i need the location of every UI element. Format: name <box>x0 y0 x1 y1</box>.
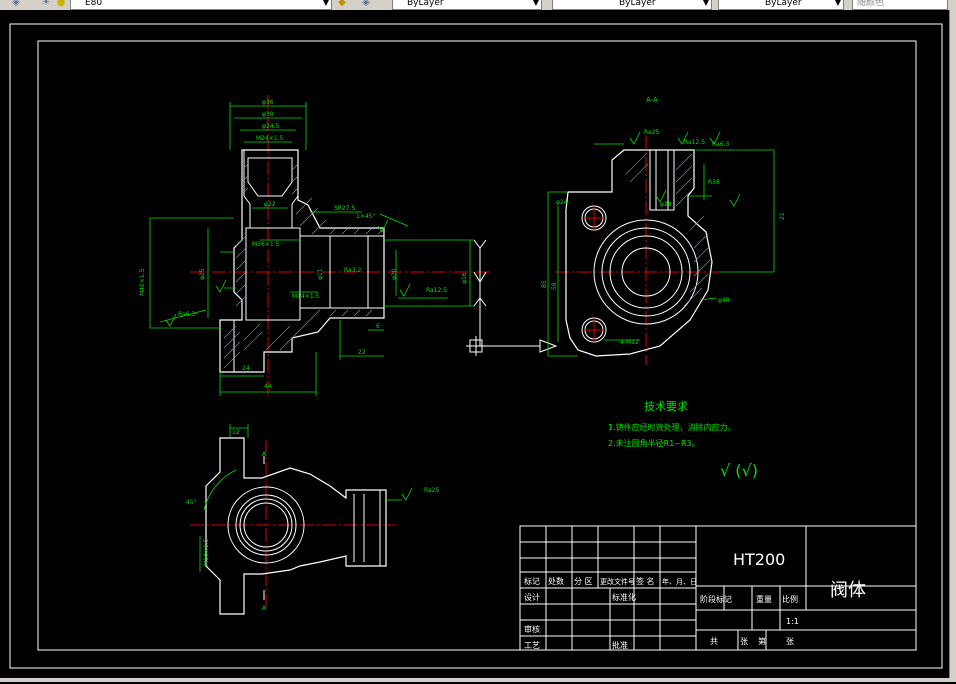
material-label: HT200 <box>733 550 785 569</box>
tb-cell: 张 <box>740 637 748 646</box>
lineweight-value: ByLayer <box>765 0 802 8</box>
hatching <box>223 163 385 369</box>
color-value: ByLayer <box>407 0 444 8</box>
layer-name: E80 <box>85 0 103 8</box>
layer-previous-icon[interactable]: ◈ <box>360 0 372 9</box>
dim-text: φ48 <box>718 297 730 304</box>
dim-text: Ra25 <box>424 487 440 494</box>
tb-cell: 张 <box>786 637 794 646</box>
linetype-value: ByLayer <box>619 0 656 8</box>
dim-text: Ra12.5 <box>684 139 705 146</box>
dim-text: φ16 <box>461 272 468 284</box>
dim-text: Ra6.3 <box>178 311 195 318</box>
dim-text: φ30 <box>262 111 274 118</box>
part-name: 阀体 <box>830 580 866 601</box>
dim-text: 45° <box>186 499 197 506</box>
tech-title: 技术要求 <box>644 400 688 413</box>
dim-text: M14×1.5 <box>292 293 320 300</box>
title-block-text: HT200 阀体 标记 处数 分 区 更改文件号 签 名 年、月、日 设计 标准… <box>524 550 866 650</box>
dim-text: φ36 <box>262 99 274 106</box>
dim-text: 1×45° <box>356 213 375 220</box>
make-current-icon[interactable]: ◆ <box>336 0 348 9</box>
tech-item: 1.铸件应经时效处理，消除内应力。 <box>608 422 736 432</box>
vertical-scrollbar[interactable] <box>949 10 956 682</box>
top-view: 12 45° M14×1.5 Ra25 A A <box>186 424 440 615</box>
tb-cell: 批准 <box>612 640 628 650</box>
tb-cell: 签 名 <box>636 576 655 586</box>
dim-text: Ra3.2 <box>344 267 361 274</box>
tb-cell: 年、月、日 <box>662 577 697 586</box>
dim-text: 85 <box>541 280 548 288</box>
dim-text: 12 <box>232 429 240 436</box>
dim-text: φ25 <box>199 268 206 280</box>
dim-text: SR27.5 <box>334 205 356 212</box>
dim-text: φ24 <box>556 199 568 206</box>
dim-text: 58 <box>551 282 558 290</box>
side-section-view: A-A Ra25 Ra12.5 Ra6.3 φ24 R38 φ28 φ48 85… <box>541 96 786 365</box>
tb-cell: 更改文件号 <box>600 577 635 586</box>
dim-text: 44 <box>264 383 272 390</box>
tb-cell: 比例 <box>782 594 798 604</box>
chevron-down-icon: ▼ <box>834 0 841 7</box>
dim-text: M24×1.5 <box>256 135 284 142</box>
dim-text: 4-M12 <box>620 339 639 346</box>
dim-text: φ28 <box>660 201 672 208</box>
layer-state-icon[interactable]: ☀ <box>40 0 52 9</box>
dim-text: Ra6.3 <box>712 141 729 148</box>
tech-requirements: 技术要求 1.铸件应经时效处理，消除内应力。 2.未注圆角半径R1~R3。 √ … <box>608 400 758 480</box>
chevron-down-icon: ▼ <box>532 0 539 7</box>
dim-text: M14×1.5 <box>203 538 210 566</box>
dim-text: Ra12.5 <box>426 287 447 294</box>
roughness-note: √ (√) <box>720 461 758 480</box>
tb-cell: 审核 <box>524 624 540 634</box>
tb-cell: 处数 <box>548 576 564 586</box>
horizontal-scrollbar[interactable] <box>0 678 956 682</box>
tb-cell: 第 <box>758 636 766 646</box>
dim-text: φ22 <box>264 201 276 208</box>
dim-text: M40×1.5 <box>139 268 146 296</box>
layer-dropdown[interactable]: E80 ▼ <box>70 0 332 10</box>
dim-text: 22 <box>358 349 366 356</box>
front-section-view: φ36 φ30 φ24.5 M24×1.5 φ22 SR27.5 1×45° M… <box>139 95 490 396</box>
scale-value: 1:1 <box>786 617 799 626</box>
tb-cell: 重量 <box>756 594 772 604</box>
dim-text: 6 <box>376 323 380 330</box>
dim-text: φ24.5 <box>262 123 280 130</box>
tb-cell: 工艺 <box>524 641 540 650</box>
linetype-dropdown[interactable]: ByLayer ▼ <box>552 0 712 10</box>
front-dimensions <box>149 102 474 396</box>
tb-cell: 分 区 <box>574 577 593 586</box>
tb-cell: 阶段标记 <box>700 594 732 604</box>
plotstyle-dropdown[interactable]: 随颜色 <box>852 0 948 10</box>
section-label: A-A <box>646 96 658 104</box>
tech-item: 2.未注圆角半径R1~R3。 <box>608 438 700 448</box>
drawing-canvas[interactable]: φ36 φ30 φ24.5 M24×1.5 φ22 SR27.5 1×45° M… <box>0 10 950 680</box>
dim-text: M36×1.5 <box>252 241 280 248</box>
dim-text: φ20 <box>391 268 398 280</box>
tb-cell: 设计 <box>524 592 540 602</box>
front-dim-text: φ36 φ30 φ24.5 M24×1.5 φ22 SR27.5 1×45° M… <box>139 99 468 390</box>
dim-text: 21 <box>779 212 786 220</box>
chevron-down-icon: ▼ <box>702 0 709 7</box>
dim-text: 24 <box>242 365 250 372</box>
dim-text: φ11 <box>317 268 324 280</box>
dim-text: Ra25 <box>644 129 660 136</box>
drawing-svg: φ36 φ30 φ24.5 M24×1.5 φ22 SR27.5 1×45° M… <box>9 23 943 669</box>
plotstyle-value: 随颜色 <box>857 0 885 8</box>
lineweight-dropdown[interactable]: ByLayer ▼ <box>718 0 844 10</box>
tb-cell: 共 <box>710 637 718 646</box>
color-dropdown[interactable]: ByLayer ▼ <box>392 0 542 10</box>
chevron-down-icon: ▼ <box>322 0 329 7</box>
tb-cell: 标准化 <box>612 592 636 602</box>
layer-manager-icon[interactable]: ◈ <box>10 0 22 9</box>
tb-cell: 标记 <box>524 576 540 586</box>
dim-text: R38 <box>708 179 720 186</box>
layer-lock-icon[interactable]: ● <box>55 0 67 9</box>
